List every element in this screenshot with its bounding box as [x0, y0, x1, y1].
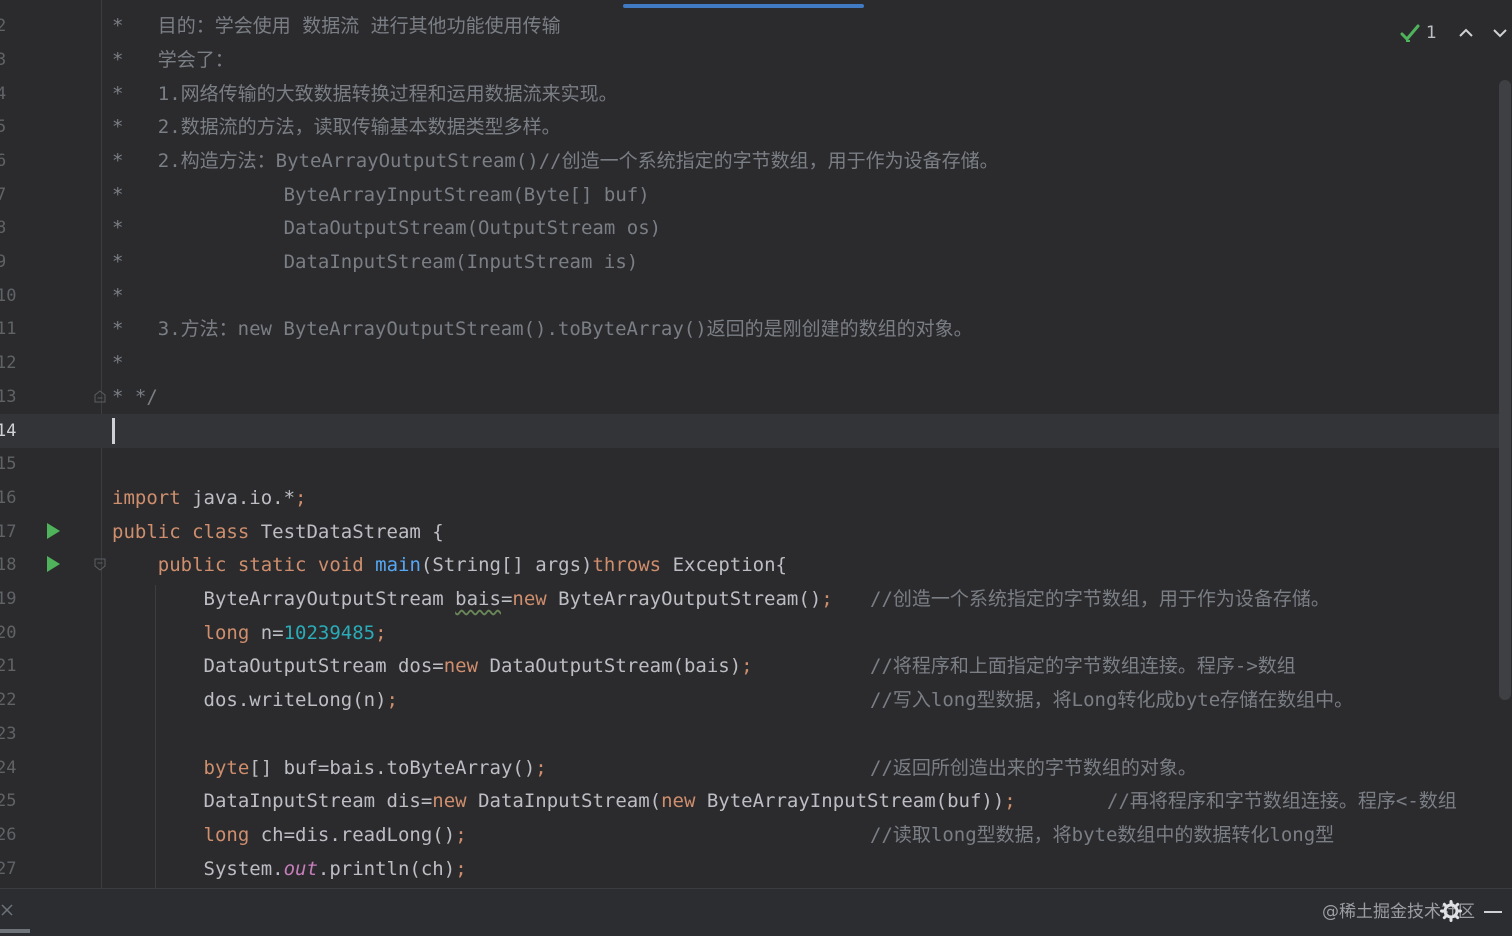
line-number: 17: [0, 522, 17, 542]
code-line[interactable]: 18 public static void main(String[] args…: [0, 548, 1500, 582]
comment-text: //再将程序和字节数组连接。程序<-数组: [1107, 790, 1457, 812]
comment-text: * DataInputStream(InputStream is): [112, 251, 639, 273]
comment-text: * 1.网络传输的大致数据转换过程和运用数据流来实现。: [112, 83, 618, 105]
line-number: 18: [0, 555, 17, 575]
line-number: 15: [0, 454, 17, 474]
code-line[interactable]: 21 DataOutputStream dos=new DataOutputSt…: [0, 649, 1500, 683]
code-text: dos.writeLong(n);: [112, 689, 399, 711]
code-line[interactable]: 24 byte[] buf=bais.toByteArray(); //返回所创…: [0, 751, 1500, 785]
line-number: 8: [0, 218, 7, 238]
code-line[interactable]: 22 dos.writeLong(n); //写入long型数据，将Long转化…: [0, 683, 1500, 717]
code-line[interactable]: 25 DataInputStream dis=new DataInputStre…: [0, 784, 1500, 818]
code-line[interactable]: 2 * 目的：学会使用 数据流 进行其他功能使用传输: [0, 9, 1500, 43]
code-line[interactable]: 20 long n=10239485;: [0, 616, 1500, 650]
line-number: 21: [0, 656, 17, 676]
inspection-widget[interactable]: 1: [1400, 20, 1512, 46]
code-editor[interactable]: 2 * 目的：学会使用 数据流 进行其他功能使用传输 3 * 学会了： 4 * …: [0, 0, 1512, 888]
chevron-down-icon[interactable]: [1489, 22, 1511, 44]
comment-text: //将程序和上面指定的字节数组连接。程序->数组: [870, 655, 1296, 677]
code-text: long n=10239485;: [203, 622, 387, 644]
close-icon[interactable]: [0, 903, 14, 917]
line-number: 24: [0, 758, 17, 778]
fold-start-icon[interactable]: [94, 558, 106, 571]
progress-bar: [623, 4, 864, 8]
comment-text: * 目的：学会使用 数据流 进行其他功能使用传输: [112, 15, 561, 37]
line-number: 7: [0, 185, 7, 205]
code-text: byte[] buf=bais.toByteArray();: [203, 757, 547, 779]
gear-icon[interactable]: [1440, 900, 1462, 922]
line-number: 14: [0, 421, 17, 441]
line-number: 5: [0, 117, 7, 137]
line-number: 2: [0, 16, 7, 36]
comment-text: *: [112, 285, 124, 307]
line-number: 9: [0, 252, 7, 272]
code-line[interactable]: 11 * 3.方法：new ByteArrayOutputStream().to…: [0, 312, 1500, 346]
comment-text: //读取long型数据，将byte数组中的数据转化long型: [870, 824, 1335, 846]
text-caret: [112, 418, 115, 444]
comment-text: * 3.方法：new ByteArrayOutputStream().toByt…: [112, 318, 973, 340]
comment-text: *: [112, 352, 124, 374]
check-double-icon: [1400, 24, 1420, 42]
comment-text: //创造一个系统指定的字节数组，用于作为设备存储。: [870, 588, 1330, 610]
code-line[interactable]: 5 * 2.数据流的方法，读取传输基本数据类型多样。: [0, 110, 1500, 144]
code-line[interactable]: 27 System.out.println(ch);: [0, 852, 1500, 886]
fold-end-icon[interactable]: [94, 390, 106, 403]
code-text: import java.io.*;: [112, 487, 307, 509]
comment-text: * 2.数据流的方法，读取传输基本数据类型多样。: [112, 116, 561, 138]
comment-text: * DataOutputStream(OutputStream os): [112, 217, 662, 239]
comment-text: * ByteArrayInputStream(Byte[] buf): [112, 184, 650, 206]
comment-text: * 2.构造方法：ByteArrayOutputStream()//创造一个系统…: [112, 150, 999, 172]
vertical-scrollbar[interactable]: [1499, 80, 1511, 700]
code-line-current[interactable]: 14: [0, 414, 1500, 448]
code-line[interactable]: 19 ByteArrayOutputStream bais=new ByteAr…: [0, 582, 1500, 616]
code-line[interactable]: 17 public class TestDataStream {: [0, 515, 1500, 549]
code-line[interactable]: 4 * 1.网络传输的大致数据转换过程和运用数据流来实现。: [0, 77, 1500, 111]
code-line[interactable]: 6 * 2.构造方法：ByteArrayOutputStream()//创造一个…: [0, 144, 1500, 178]
code-text: long ch=dis.readLong();: [203, 824, 467, 846]
run-icon[interactable]: [47, 523, 60, 539]
line-number: 11: [0, 319, 17, 339]
run-icon[interactable]: [47, 556, 60, 572]
comment-text: //写入long型数据，将Long转化成byte存储在数组中。: [870, 689, 1354, 711]
code-text: ByteArrayOutputStream bais=new ByteArray…: [112, 588, 833, 610]
line-number: 3: [0, 50, 7, 70]
horizontal-scrollbar[interactable]: [0, 929, 30, 933]
code-line[interactable]: 16 import java.io.*;: [0, 481, 1500, 515]
code-line[interactable]: 8 * DataOutputStream(OutputStream os): [0, 211, 1500, 245]
line-number: 4: [0, 84, 7, 104]
line-number: 6: [0, 151, 7, 171]
code-line[interactable]: 15: [0, 447, 1500, 481]
code-line[interactable]: 12 *: [0, 346, 1500, 380]
code-line[interactable]: 9 * DataInputStream(InputStream is): [0, 245, 1500, 279]
code-line[interactable]: 3 * 学会了：: [0, 43, 1500, 77]
code-text: System.out.println(ch);: [112, 858, 467, 880]
comment-text: * */: [112, 386, 158, 408]
line-number: 20: [0, 623, 17, 643]
code-line[interactable]: 23: [0, 717, 1500, 751]
code-text: DataOutputStream dos=new DataOutputStrea…: [112, 655, 753, 677]
line-number: 16: [0, 488, 17, 508]
chevron-up-icon[interactable]: [1455, 22, 1477, 44]
comment-text: //返回所创造出来的字节数组的对象。: [870, 757, 1197, 779]
code-line[interactable]: 10 *: [0, 279, 1500, 313]
line-number: 25: [0, 791, 17, 811]
line-number: 26: [0, 825, 17, 845]
line-number: 22: [0, 690, 17, 710]
minimize-icon[interactable]: [1484, 911, 1502, 913]
line-number: 23: [0, 724, 17, 744]
inspection-count: 1: [1426, 23, 1437, 43]
code-line[interactable]: 13 * */: [0, 380, 1500, 414]
code-text: public static void main(String[] args)th…: [112, 554, 787, 576]
line-number: 10: [0, 286, 17, 306]
code-text: public class TestDataStream {: [112, 521, 444, 543]
line-number: 27: [0, 859, 17, 879]
code-text: DataInputStream dis=new DataInputStream(…: [112, 790, 1016, 812]
comment-text: * 学会了：: [112, 49, 234, 71]
code-line[interactable]: 26 long ch=dis.readLong(); //读取long型数据，将…: [0, 818, 1500, 852]
code-line[interactable]: 7 * ByteArrayInputStream(Byte[] buf): [0, 178, 1500, 212]
bottom-panel-bar: [0, 888, 1512, 936]
line-number: 13: [0, 387, 17, 407]
line-number: 19: [0, 589, 17, 609]
line-number: 12: [0, 353, 17, 373]
